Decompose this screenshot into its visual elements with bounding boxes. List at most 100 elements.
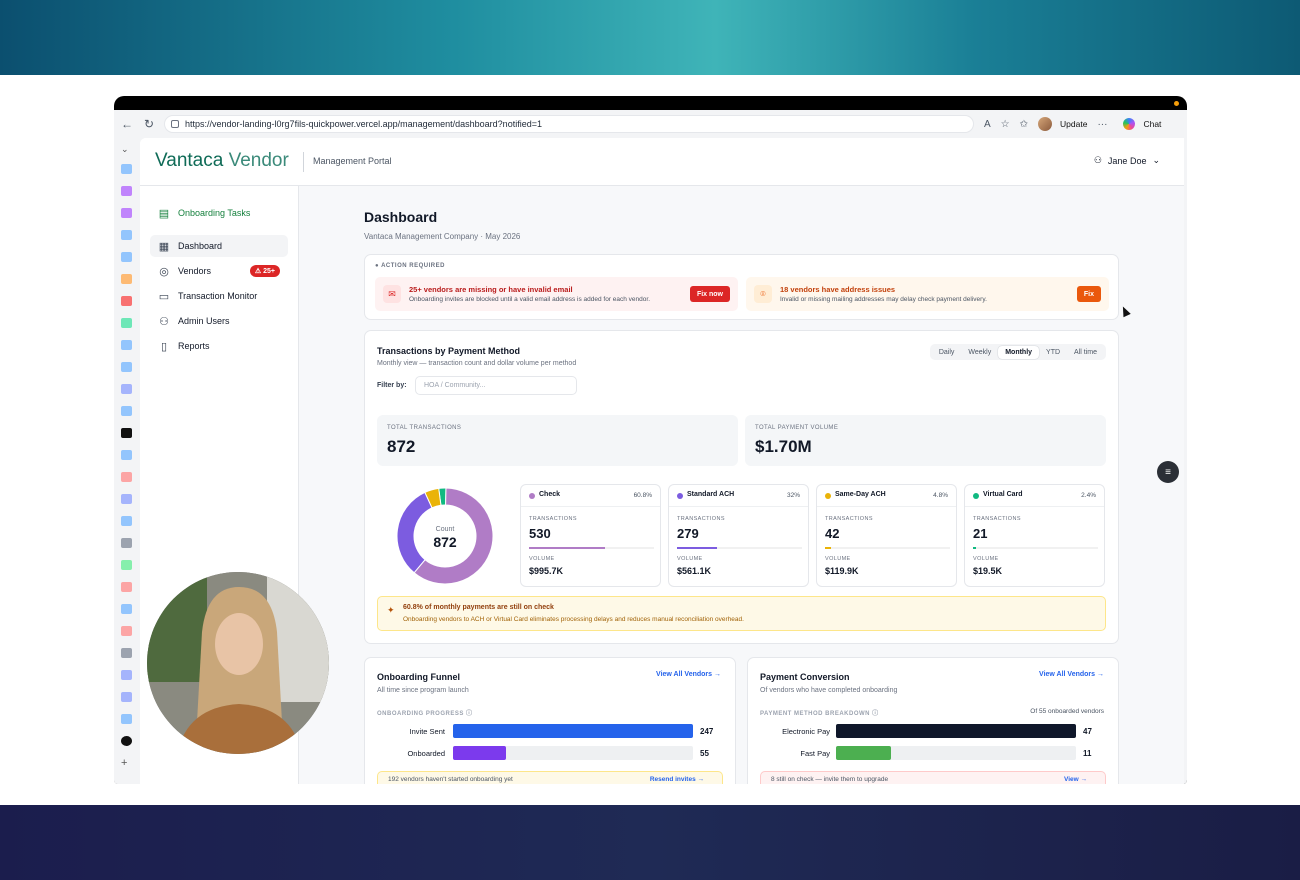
add-tab-icon[interactable]: + (121, 758, 132, 769)
user-menu[interactable]: ⚇ Jane Doe ⌄ (1094, 155, 1160, 166)
fix-now-button[interactable]: Fix now (689, 286, 730, 302)
chat-button[interactable]: Chat (1143, 119, 1161, 129)
conversion-subtitle: Of vendors who have completed onboarding (760, 687, 898, 694)
back-icon[interactable]: ← (118, 115, 136, 133)
volume-label: VOLUME (677, 556, 703, 562)
tab-icon[interactable] (121, 560, 132, 570)
sidebar-item-dashboard[interactable]: ▦ Dashboard (150, 235, 288, 257)
method-share-bar (677, 547, 802, 549)
tab-icon[interactable] (121, 340, 132, 350)
transactions-label: TRANSACTIONS (825, 516, 873, 522)
filter-label: Filter by: (377, 382, 407, 389)
funnel-footer: 192 vendors haven't started onboarding y… (377, 771, 723, 784)
transactions-label: TRANSACTIONS (677, 516, 725, 522)
tab-icon[interactable] (121, 736, 132, 746)
virtual-card-dot (973, 493, 979, 499)
tab-icon[interactable] (121, 450, 132, 460)
method-card-check[interactable]: Check 60.8% TRANSACTIONS 530 VOLUME $995.… (520, 484, 661, 587)
read-aloud-icon[interactable]: A (984, 119, 991, 130)
vantaca-logo[interactable]: Vantaca Vendor (155, 150, 289, 172)
donut-center-value: 872 (433, 534, 457, 550)
row-value: 247 (700, 727, 714, 736)
period-ytd[interactable]: YTD (1039, 346, 1067, 359)
tab-icon[interactable] (121, 494, 132, 504)
refresh-icon[interactable]: ↻ (140, 115, 158, 133)
view-all-vendors-link[interactable]: View All Vendors → (1039, 671, 1104, 678)
tab-icon[interactable] (121, 472, 132, 482)
period-all-time[interactable]: All time (1067, 346, 1104, 359)
funnel-title: Onboarding Funnel (377, 672, 460, 682)
method-pct: 60.8% (633, 492, 652, 499)
method-card-standard-ach[interactable]: Standard ACH 32% TRANSACTIONS 279 VOLUME … (668, 484, 809, 587)
period-daily[interactable]: Daily (932, 346, 962, 359)
sidebar-item-onboarding-tasks[interactable]: ▤ Onboarding Tasks (150, 202, 288, 224)
address-bar[interactable]: https://vendor-landing-l0rg7fils-quickpo… (164, 115, 974, 133)
row-track (453, 724, 693, 738)
tab-icon[interactable] (121, 428, 132, 438)
hoa-filter-input[interactable]: HOA / Community... (415, 376, 577, 395)
method-card-same-day-ach[interactable]: Same-Day ACH 4.8% TRANSACTIONS 42 VOLUME … (816, 484, 957, 587)
tab-icon[interactable] (121, 406, 132, 416)
tab-icon[interactable] (121, 582, 132, 592)
view-all-vendors-link[interactable]: View All Vendors → (656, 671, 721, 678)
browser-toolbar: ← ↻ https://vendor-landing-l0rg7fils-qui… (114, 110, 1187, 138)
tab-icon[interactable] (121, 626, 132, 636)
tab-icon[interactable] (121, 208, 132, 218)
tab-icon[interactable] (121, 714, 132, 724)
copilot-icon[interactable] (1123, 118, 1136, 130)
tab-icon[interactable] (121, 186, 132, 196)
period-weekly[interactable]: Weekly (961, 346, 998, 359)
row-label: Fast Pay (800, 749, 830, 758)
fix-button[interactable]: Fix (1076, 286, 1101, 302)
tab-icon[interactable] (121, 164, 132, 174)
chevron-down-icon[interactable]: ⌄ (121, 144, 132, 154)
page-title: Dashboard (364, 209, 438, 225)
tab-icon[interactable] (121, 516, 132, 526)
sidebar-item-vendors[interactable]: ◎ Vendors ⚠ 25+ (150, 260, 288, 282)
sidebar-item-reports[interactable]: ▯ Reports (150, 335, 288, 357)
user-name: Jane Doe (1107, 155, 1147, 166)
document-icon: ▯ (160, 340, 168, 353)
presenter-webcam (147, 572, 329, 754)
period-monthly[interactable]: Monthly (998, 345, 1040, 359)
update-button[interactable]: Update (1060, 119, 1087, 129)
tab-icon[interactable] (121, 670, 132, 680)
email-alert-desc: Onboarding invites are blocked until a v… (409, 296, 651, 303)
tab-icon[interactable] (121, 692, 132, 702)
sidebar-item-label: Onboarding Tasks (178, 208, 251, 218)
star-icon[interactable]: ☆ (1001, 119, 1010, 130)
tab-icon[interactable] (121, 230, 132, 240)
tab-icon[interactable] (121, 362, 132, 372)
tab-icon[interactable] (121, 252, 132, 262)
tab-icon[interactable] (121, 318, 132, 328)
view-link[interactable]: View → (1064, 776, 1087, 783)
location-pin-icon: ⌾ (754, 285, 772, 303)
sidebar-item-admin-users[interactable]: ⚇ Admin Users (150, 310, 288, 332)
method-volume: $19.5K (973, 566, 1003, 576)
sidebar-item-transaction-monitor[interactable]: ▭ Transaction Monitor (150, 285, 288, 307)
method-card-virtual-card[interactable]: Virtual Card 2.4% TRANSACTIONS 21 VOLUME … (964, 484, 1105, 587)
tab-icon[interactable] (121, 604, 132, 614)
card-icon: ▭ (158, 290, 170, 303)
logo-brand: Vantaca (155, 150, 224, 171)
app-header: Vantaca Vendor Management Portal ⚇ Jane … (140, 138, 1184, 186)
favorites-icon[interactable]: ✩ (1020, 119, 1028, 130)
action-required-label: ● ACTION REQUIRED (375, 263, 445, 269)
tab-icon[interactable] (121, 274, 132, 284)
total-volume-label: TOTAL PAYMENT VOLUME (755, 425, 839, 431)
tab-icon[interactable] (121, 648, 132, 658)
portal-label: Management Portal (313, 156, 392, 166)
payment-conversion-card: Payment Conversion Of vendors who have c… (747, 657, 1119, 784)
row-label: Electronic Pay (782, 727, 830, 736)
tab-icon[interactable] (121, 384, 132, 394)
method-transactions: 21 (973, 526, 988, 541)
tab-icon[interactable] (121, 538, 132, 548)
sidebar-item-label: Reports (178, 341, 210, 351)
tab-icon[interactable] (121, 296, 132, 306)
floating-menu-icon[interactable]: ≡ (1157, 461, 1179, 483)
resend-invites-link[interactable]: Resend invites → (650, 776, 704, 783)
payment-method-donut: Count 872 (396, 487, 494, 585)
profile-avatar[interactable] (1038, 117, 1053, 131)
more-icon[interactable]: ··· (1097, 119, 1107, 130)
method-volume: $119.9K (825, 566, 859, 576)
